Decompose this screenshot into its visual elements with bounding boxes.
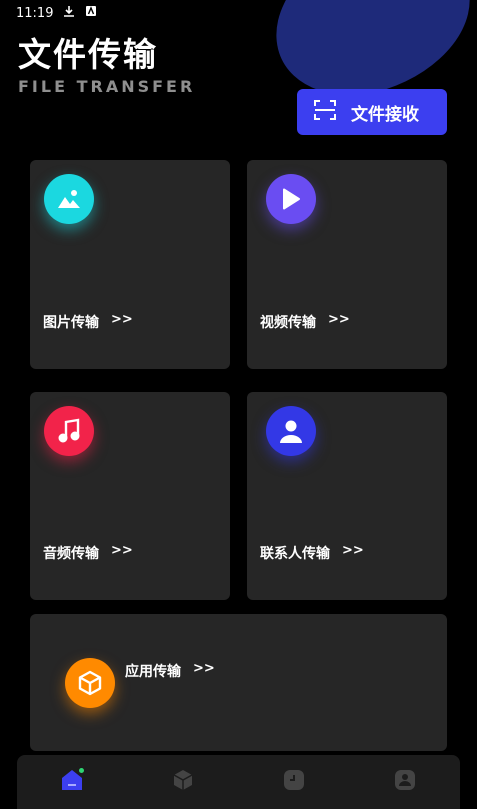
- play-icon: [266, 174, 316, 224]
- audio-transfer-label-row: 音频传输 >>: [43, 543, 133, 563]
- arrow-indicator: >>: [193, 661, 215, 676]
- contact-transfer-label-row: 联系人传输 >>: [260, 543, 364, 563]
- audio-transfer-card[interactable]: 音频传输 >>: [30, 392, 230, 600]
- music-note-icon: [44, 406, 94, 456]
- clock-icon: [283, 769, 305, 795]
- scan-icon: [313, 98, 337, 127]
- page-subtitle: FILE TRANSFER: [18, 77, 196, 96]
- package-icon: [65, 658, 115, 708]
- arrow-indicator: >>: [328, 312, 350, 327]
- contact-transfer-card[interactable]: 联系人传输 >>: [247, 392, 447, 600]
- app-transfer-card[interactable]: 应用传输 >>: [30, 614, 447, 751]
- box-icon: [172, 769, 194, 795]
- image-transfer-card[interactable]: 图片传输 >>: [30, 160, 230, 369]
- app-transfer-label: 应用传输: [125, 664, 181, 680]
- person-icon: [266, 406, 316, 456]
- video-transfer-label: 视频传输: [260, 315, 316, 331]
- nav-box[interactable]: [163, 762, 203, 802]
- audio-transfer-label: 音频传输: [43, 546, 99, 562]
- image-icon: [44, 174, 94, 224]
- file-receive-label: 文件接收: [351, 104, 419, 125]
- app-transfer-label-row: 应用传输 >>: [125, 661, 215, 681]
- download-icon: [63, 5, 75, 21]
- file-receive-button[interactable]: 文件接收: [297, 89, 447, 135]
- arrow-indicator: >>: [111, 312, 133, 327]
- nav-profile[interactable]: [385, 762, 425, 802]
- status-left: 11:19: [16, 5, 97, 21]
- nav-history[interactable]: [274, 762, 314, 802]
- image-transfer-label-row: 图片传输 >>: [43, 312, 133, 332]
- arrow-indicator: >>: [342, 543, 364, 558]
- bottom-navigation: [17, 755, 460, 809]
- nav-home[interactable]: [52, 762, 92, 802]
- status-time: 11:19: [16, 5, 54, 21]
- image-transfer-label: 图片传输: [43, 315, 99, 331]
- page-title: 文件传输: [18, 35, 158, 74]
- contact-transfer-label: 联系人传输: [260, 546, 330, 562]
- app-notification-icon: [85, 5, 97, 21]
- user-icon: [394, 769, 416, 795]
- video-transfer-card[interactable]: 视频传输 >>: [247, 160, 447, 369]
- arrow-indicator: >>: [111, 543, 133, 558]
- video-transfer-label-row: 视频传输 >>: [260, 312, 350, 332]
